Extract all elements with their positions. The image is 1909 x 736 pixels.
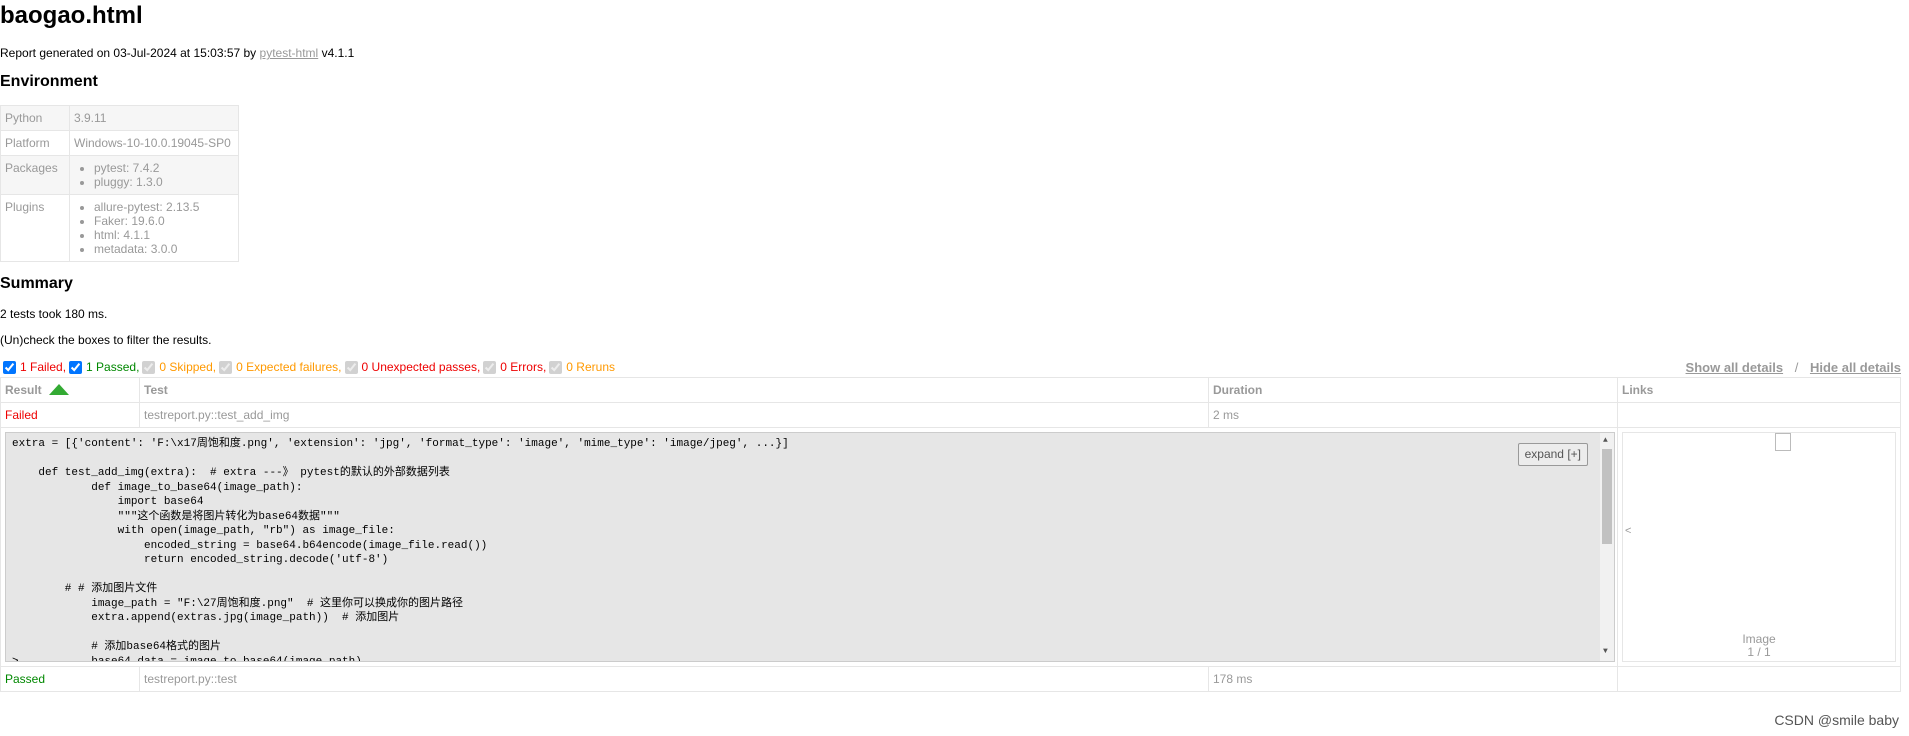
filter-failed-checkbox[interactable] bbox=[3, 360, 16, 374]
show-all-details-link[interactable]: Show all details bbox=[1686, 360, 1784, 375]
media-panel: < Image 1 / 1 bbox=[1622, 432, 1896, 662]
result-cell: Passed bbox=[0, 666, 140, 692]
environment-table: Python 3.9.11 Platform Windows-10-10.0.1… bbox=[0, 105, 239, 262]
filter-passed-checkbox[interactable] bbox=[69, 360, 83, 374]
env-value: pytest: 7.4.2 pluggy: 1.3.0 bbox=[69, 155, 239, 195]
log-scrollbar[interactable]: ▲ ▼ bbox=[1600, 433, 1614, 661]
summary-hint: (Un)check the boxes to filter the result… bbox=[0, 333, 212, 347]
sort-ascending-icon bbox=[49, 384, 70, 395]
version-text: v4.1.1 bbox=[321, 46, 355, 60]
media-prev-button[interactable]: < bbox=[1625, 525, 1631, 537]
env-key: Plugins bbox=[0, 194, 70, 262]
col-duration-header[interactable]: Duration bbox=[1208, 377, 1618, 403]
filter-failed-label: 1 Failed, bbox=[20, 360, 67, 374]
result-cell: Failed bbox=[0, 402, 140, 428]
environment-heading: Environment bbox=[0, 73, 98, 90]
pytest-html-link[interactable]: pytest-html bbox=[260, 46, 319, 60]
col-result-header[interactable]: Result bbox=[0, 377, 140, 403]
log-panel[interactable]: extra = [{'content': 'F:\x17周饱和度.png', '… bbox=[5, 432, 1615, 662]
plugin-item: allure-pytest: 2.13.5 bbox=[94, 200, 234, 214]
filter-errors-checkbox[interactable] bbox=[483, 360, 497, 374]
col-test-header[interactable]: Test bbox=[139, 377, 1209, 403]
media-counter: 1 / 1 bbox=[1747, 645, 1771, 659]
log-cell: extra = [{'content': 'F:\x17周饱和度.png', '… bbox=[0, 427, 1618, 667]
filter-passed-label: 1 Passed, bbox=[86, 360, 140, 374]
plugin-item: metadata: 3.0.0 bbox=[94, 242, 234, 256]
env-value: 3.9.11 bbox=[69, 105, 239, 131]
results-header-row: Result Test Duration Links bbox=[0, 377, 1901, 403]
filter-xpassed-label: 0 Unexpected passes, bbox=[361, 360, 481, 374]
filter-bar: 1 Failed, 1 Passed, 0 Skipped, 0 Expecte… bbox=[0, 360, 615, 374]
col-result-label: Result bbox=[5, 383, 42, 397]
package-item: pluggy: 1.3.0 bbox=[94, 175, 234, 189]
env-row-packages: Packages pytest: 7.4.2 pluggy: 1.3.0 bbox=[0, 155, 239, 195]
test-cell: testreport.py::test bbox=[139, 666, 1209, 692]
test-cell: testreport.py::test_add_img bbox=[139, 402, 1209, 428]
expand-button[interactable]: expand [+] bbox=[1517, 443, 1588, 466]
links-cell bbox=[1617, 402, 1901, 428]
links-cell bbox=[1617, 666, 1901, 692]
filter-reruns-label: 0 Reruns bbox=[566, 360, 615, 374]
filter-errors-label: 0 Errors, bbox=[500, 360, 547, 374]
scroll-up-icon[interactable]: ▲ bbox=[1603, 434, 1608, 449]
package-item: pytest: 7.4.2 bbox=[94, 161, 234, 175]
table-row[interactable]: Failed testreport.py::test_add_img 2 ms bbox=[0, 402, 1901, 428]
duration-cell: 178 ms bbox=[1208, 666, 1618, 692]
env-value: Windows-10-10.0.19045-SP0 bbox=[69, 130, 239, 156]
duration-cell: 2 ms bbox=[1208, 402, 1618, 428]
scroll-down-icon[interactable]: ▼ bbox=[1603, 645, 1608, 660]
filter-skipped-label: 0 Skipped, bbox=[159, 360, 217, 374]
env-row-plugins: Plugins allure-pytest: 2.13.5 Faker: 19.… bbox=[0, 194, 239, 262]
details-separator: / bbox=[1794, 360, 1799, 375]
table-row[interactable]: Passed testreport.py::test 178 ms bbox=[0, 666, 1901, 692]
summary-took: 2 tests took 180 ms. bbox=[0, 307, 108, 321]
env-key: Python bbox=[0, 105, 70, 131]
col-links-header[interactable]: Links bbox=[1617, 377, 1901, 403]
filter-xpassed-checkbox[interactable] bbox=[344, 360, 358, 374]
generated-line: Report generated on 03-Jul-2024 at 15:03… bbox=[0, 46, 354, 60]
generated-prefix: Report generated on 03-Jul-2024 at 15:03… bbox=[0, 46, 257, 60]
plugin-item: html: 4.1.1 bbox=[94, 228, 234, 242]
plugin-item: Faker: 19.6.0 bbox=[94, 214, 234, 228]
broken-image-icon[interactable] bbox=[1775, 433, 1791, 451]
page-title: baogao.html bbox=[0, 2, 143, 29]
env-key: Platform bbox=[0, 130, 70, 156]
summary-heading: Summary bbox=[0, 275, 73, 292]
media-cell: < Image 1 / 1 bbox=[1617, 427, 1901, 667]
filter-xfailed-checkbox[interactable] bbox=[219, 360, 233, 374]
env-row-python: Python 3.9.11 bbox=[0, 105, 239, 131]
media-caption: Image 1 / 1 bbox=[1623, 633, 1895, 659]
scroll-thumb[interactable] bbox=[1602, 449, 1612, 544]
env-row-platform: Platform Windows-10-10.0.19045-SP0 bbox=[0, 130, 239, 156]
env-value: allure-pytest: 2.13.5 Faker: 19.6.0 html… bbox=[69, 194, 239, 262]
details-toggle: Show all details / Hide all details bbox=[1686, 360, 1901, 375]
extra-row: extra = [{'content': 'F:\x17周饱和度.png', '… bbox=[0, 427, 1901, 667]
hide-all-details-link[interactable]: Hide all details bbox=[1810, 360, 1901, 375]
filter-xfailed-label: 0 Expected failures, bbox=[236, 360, 342, 374]
filter-reruns-checkbox[interactable] bbox=[549, 360, 563, 374]
env-key: Packages bbox=[0, 155, 70, 195]
watermark: CSDN @smile baby bbox=[1774, 712, 1899, 728]
filter-skipped-checkbox[interactable] bbox=[142, 360, 156, 374]
log-text: extra = [{'content': 'F:\x17周饱和度.png', '… bbox=[12, 438, 789, 662]
results-table: Result Test Duration Links Failed testre… bbox=[0, 377, 1901, 692]
